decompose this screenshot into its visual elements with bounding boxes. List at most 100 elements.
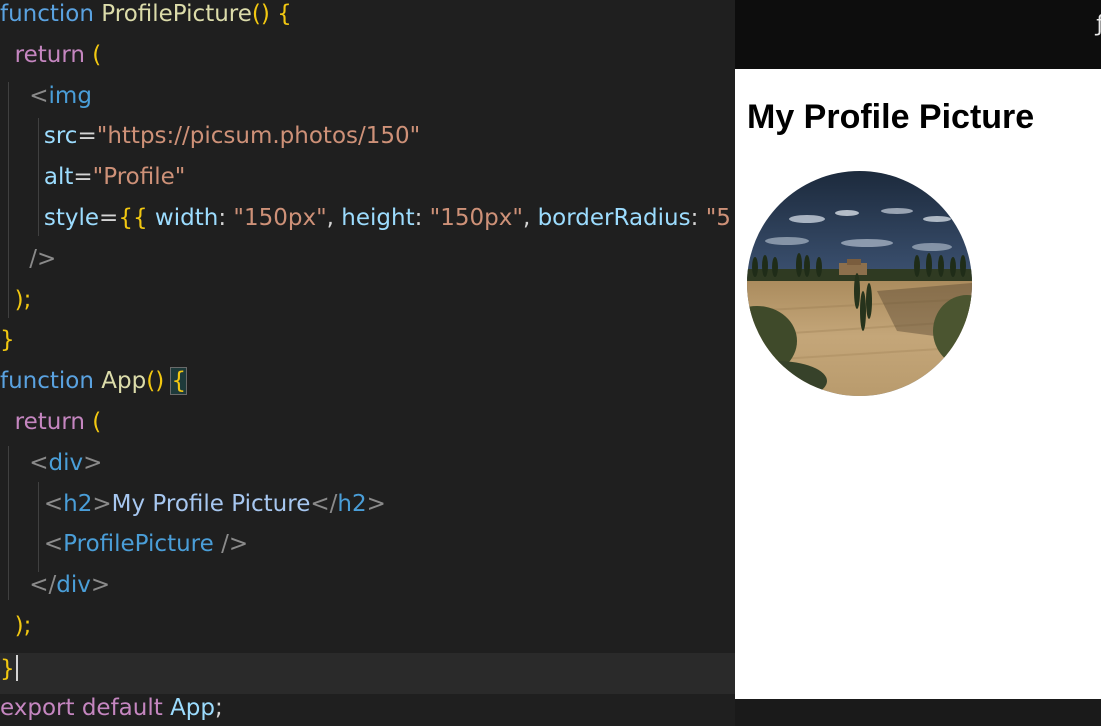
code-line[interactable]: function ProfilePicture() { bbox=[0, 0, 735, 41]
code-token: } bbox=[0, 655, 15, 682]
code-token: < bbox=[43, 490, 64, 517]
code-line[interactable]: ); bbox=[0, 612, 735, 653]
code-token: , bbox=[522, 205, 538, 231]
toolbar-icon[interactable]: ƒ bbox=[1096, 12, 1101, 37]
code-token: { bbox=[277, 1, 292, 27]
code-token: > bbox=[366, 490, 386, 517]
code-token: h2 bbox=[337, 490, 367, 517]
code-line[interactable]: src="https://picsum.photos/150" bbox=[0, 122, 735, 163]
code-token: } bbox=[0, 327, 15, 354]
code-line[interactable]: return ( bbox=[0, 41, 735, 82]
code-token: div bbox=[48, 449, 84, 476]
code-token: ( bbox=[92, 41, 102, 68]
landscape-photo bbox=[747, 171, 972, 396]
code-token: function bbox=[0, 368, 94, 395]
code-token: img bbox=[48, 82, 92, 109]
code-token: { bbox=[170, 367, 188, 396]
code-line[interactable]: } bbox=[0, 652, 735, 694]
code-line[interactable]: style={{ width: "150px", height: "150px"… bbox=[0, 204, 735, 245]
code-token: height bbox=[341, 205, 415, 231]
code-token: /> bbox=[29, 245, 57, 272]
code-token: < bbox=[29, 82, 49, 109]
code-token: return bbox=[14, 409, 85, 435]
code-line[interactable]: ); bbox=[0, 286, 735, 327]
code-token: = bbox=[73, 164, 93, 191]
code-token: () bbox=[146, 368, 165, 395]
code-token: : bbox=[690, 205, 706, 231]
code-line[interactable]: <h2>My Profile Picture</h2> bbox=[0, 490, 735, 531]
code-line[interactable]: <img bbox=[0, 82, 735, 123]
code-line[interactable]: export default App; bbox=[0, 694, 735, 726]
code-token: div bbox=[56, 572, 91, 599]
code-token: borderRadius bbox=[537, 205, 691, 231]
code-token: "https://picsum.photos/150" bbox=[96, 123, 421, 150]
code-token: ProfilePicture bbox=[101, 1, 252, 27]
code-line[interactable]: } bbox=[0, 326, 735, 367]
code-token: , bbox=[326, 205, 342, 231]
code-token: export default bbox=[0, 694, 163, 721]
page-heading: My Profile Picture bbox=[747, 98, 1035, 136]
code-token: </ bbox=[29, 572, 57, 599]
code-line[interactable]: alt="Profile" bbox=[0, 163, 735, 204]
code-token: function bbox=[0, 1, 94, 27]
code-token: ProfilePicture bbox=[63, 531, 214, 558]
code-line[interactable]: function App() { bbox=[0, 367, 735, 408]
code-line[interactable]: return ( bbox=[0, 408, 735, 449]
code-token: < bbox=[43, 531, 64, 558]
code-token: src bbox=[43, 123, 78, 150]
code-token: () bbox=[251, 1, 270, 27]
code-token: width bbox=[154, 205, 219, 231]
code-token: "150px" bbox=[429, 205, 523, 231]
code-token: "150px" bbox=[233, 205, 327, 231]
code-token: App bbox=[101, 368, 147, 395]
code-token: ); bbox=[14, 613, 32, 639]
code-token: ); bbox=[14, 286, 32, 313]
code-token: style bbox=[43, 205, 100, 231]
text-cursor bbox=[15, 654, 18, 681]
profile-picture bbox=[747, 171, 972, 396]
code-token: </ bbox=[310, 490, 338, 517]
code-token: = bbox=[99, 205, 119, 231]
browser-preview: ƒ My Profile Picture bbox=[735, 0, 1101, 726]
code-token: ( bbox=[92, 409, 102, 435]
code-token: > bbox=[83, 449, 103, 476]
code-editor[interactable]: function ProfilePicture() { return ( <im… bbox=[0, 0, 735, 726]
code-line[interactable]: <ProfilePicture /> bbox=[0, 530, 735, 571]
preview-bottom-bar bbox=[735, 699, 1101, 726]
code-line[interactable]: /> bbox=[0, 245, 735, 286]
code-token: alt bbox=[43, 164, 74, 191]
code-token: return bbox=[14, 41, 85, 68]
screen-root: function ProfilePicture() { return ( <im… bbox=[0, 0, 1101, 726]
code-token: ; bbox=[215, 694, 223, 721]
code-token: < bbox=[29, 449, 49, 476]
code-token: h2 bbox=[63, 490, 93, 517]
code-token: /> bbox=[221, 531, 249, 558]
code-token: App bbox=[170, 694, 215, 721]
code-token: "5 bbox=[705, 205, 731, 231]
code-token: > bbox=[92, 490, 112, 517]
code-token: My Profile Picture bbox=[111, 490, 311, 517]
code-token: "Profile" bbox=[92, 164, 186, 191]
code-line[interactable]: </div> bbox=[0, 571, 735, 612]
code-token: : bbox=[218, 205, 234, 231]
preview-toolbar: ƒ bbox=[735, 0, 1101, 69]
code-token: > bbox=[90, 572, 111, 599]
code-line[interactable]: <div> bbox=[0, 449, 735, 490]
code-token: = bbox=[77, 123, 97, 150]
code-token: : bbox=[414, 205, 430, 231]
code-token: {{ bbox=[118, 205, 148, 231]
